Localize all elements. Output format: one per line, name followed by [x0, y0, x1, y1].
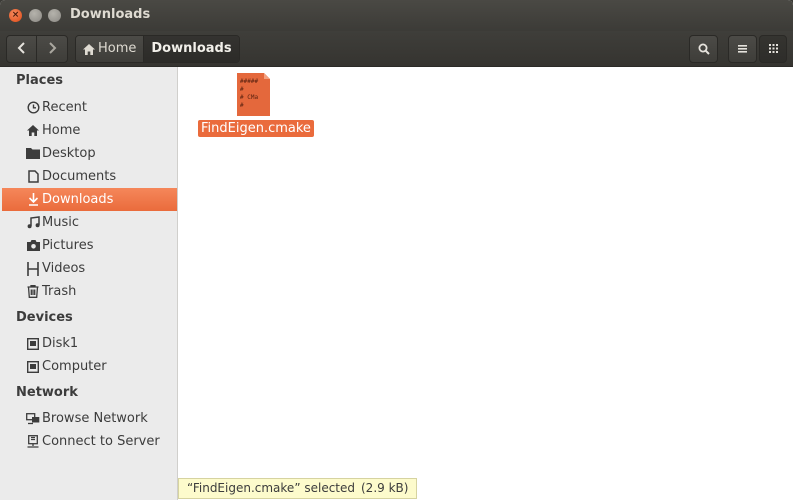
breadcrumb-downloads[interactable]: Downloads [143, 36, 239, 62]
search-button[interactable] [689, 35, 718, 63]
clock-icon [26, 96, 40, 119]
drive-icon [26, 332, 40, 355]
breadcrumb-home-label: Home [98, 41, 137, 56]
network-icon [26, 407, 40, 430]
sidebar-item-label: Videos [42, 261, 86, 276]
maximize-window-button[interactable] [48, 9, 61, 22]
sidebar-item-label: Connect to Server [42, 434, 160, 449]
list-view-icon [738, 45, 747, 53]
navigation-buttons [6, 35, 68, 63]
sidebar-item-desktop[interactable]: Desktop [2, 142, 177, 165]
file-preview-line: ##### [240, 78, 258, 85]
breadcrumb: Home Downloads [75, 35, 240, 63]
trash-icon [26, 280, 40, 303]
sidebar-item-documents[interactable]: Documents [2, 165, 177, 188]
sidebar-item-label: Music [42, 215, 79, 230]
file-item[interactable]: ##### # # CMa # FindEigen.cmake [198, 73, 314, 139]
search-icon [698, 43, 710, 55]
sidebar: Places Recent Home Desktop Documents Dow… [0, 67, 178, 500]
sidebar-item-label: Home [42, 123, 81, 138]
sidebar-item-label: Browse Network [42, 411, 148, 426]
sidebar-item-label: Computer [42, 359, 107, 374]
sidebar-item-label: Recent [42, 100, 87, 115]
sidebar-item-trash[interactable]: Trash [2, 280, 177, 303]
breadcrumb-home[interactable]: Home [76, 36, 144, 62]
list-view-button[interactable] [728, 35, 757, 63]
folder-icon [26, 142, 40, 165]
window-title: Downloads [70, 7, 151, 22]
sidebar-item-label: Pictures [42, 238, 94, 253]
file-manager-window: × Downloads Home Downloads Places Recent… [0, 0, 793, 500]
music-icon [26, 211, 40, 234]
sidebar-item-recent[interactable]: Recent [2, 96, 177, 119]
status-selection-text: “FindEigen.cmake” selected [187, 481, 355, 495]
sidebar-item-label: Trash [42, 284, 77, 299]
sidebar-item-home[interactable]: Home [2, 119, 177, 142]
devices-heading: Devices [16, 310, 73, 325]
sidebar-item-pictures[interactable]: Pictures [2, 234, 177, 257]
sidebar-item-disk1[interactable]: Disk1 [2, 332, 177, 355]
toolbar: Home Downloads [0, 31, 793, 67]
sidebar-item-connect-to-server[interactable]: Connect to Server [2, 430, 177, 453]
sidebar-item-music[interactable]: Music [2, 211, 177, 234]
forward-button[interactable] [37, 36, 66, 62]
chevron-left-icon [17, 42, 25, 54]
download-icon [26, 188, 40, 211]
sidebar-item-computer[interactable]: Computer [2, 355, 177, 378]
title-bar: × Downloads [0, 0, 793, 31]
sidebar-item-label: Desktop [42, 146, 96, 161]
sidebar-item-videos[interactable]: Videos [2, 257, 177, 280]
file-view[interactable]: ##### # # CMa # FindEigen.cmake [178, 67, 793, 500]
sidebar-item-browse-network[interactable]: Browse Network [2, 407, 177, 430]
grid-view-button[interactable] [759, 35, 787, 63]
film-icon [26, 257, 40, 280]
drive-icon [26, 355, 40, 378]
places-heading: Places [16, 73, 64, 88]
sidebar-item-label: Disk1 [42, 336, 79, 351]
breadcrumb-downloads-label: Downloads [151, 41, 232, 56]
sidebar-item-downloads[interactable]: Downloads [2, 188, 177, 211]
status-size-text: (2.9 kB) [361, 481, 409, 495]
server-icon [26, 430, 40, 453]
minimize-window-button[interactable] [29, 9, 42, 22]
document-icon [26, 165, 40, 188]
sidebar-item-label: Downloads [42, 192, 114, 207]
status-bar: “FindEigen.cmake” selected (2.9 kB) [178, 478, 418, 499]
file-name-label: FindEigen.cmake [198, 120, 314, 137]
camera-icon [26, 234, 40, 257]
sidebar-item-label: Documents [42, 169, 117, 184]
home-icon [83, 43, 95, 55]
back-button[interactable] [7, 36, 37, 62]
chevron-right-icon [48, 42, 56, 54]
grid-view-icon [769, 44, 778, 53]
cmake-file-icon: ##### # # CMa # [237, 73, 270, 116]
file-preview-line: # [240, 102, 244, 109]
file-preview-line: # [240, 86, 244, 93]
network-heading: Network [16, 385, 78, 400]
file-preview-line: # CMa [240, 94, 258, 101]
close-window-button[interactable]: × [9, 9, 22, 22]
home-icon [26, 119, 40, 142]
